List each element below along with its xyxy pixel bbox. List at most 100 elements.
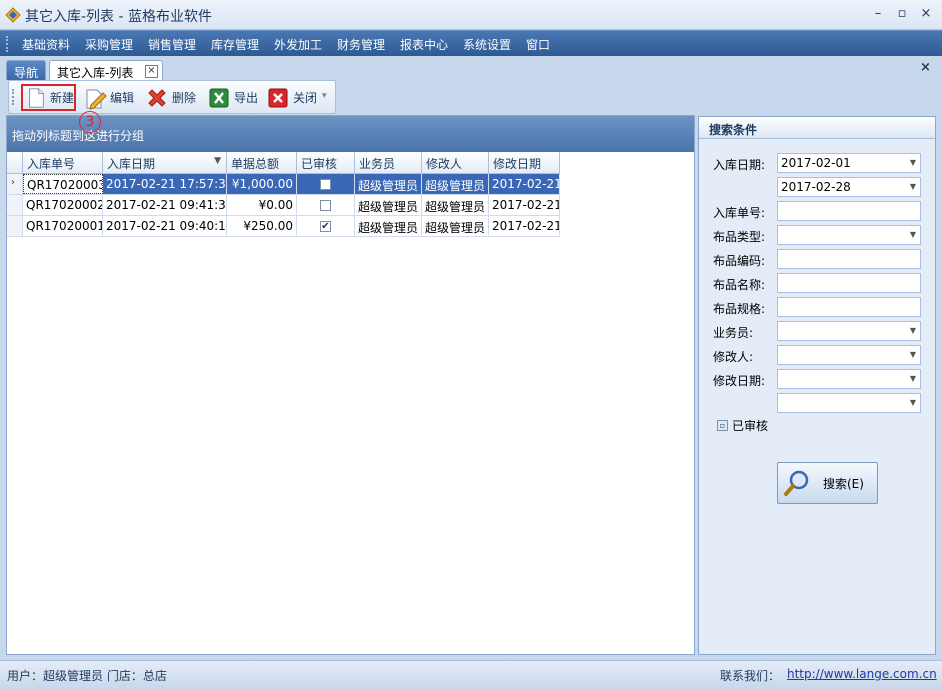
tab-other-inbound-list[interactable]: 其它入库-列表 × [49,60,163,81]
cell-modifier[interactable]: 超级管理员 [422,174,489,194]
search-field-input[interactable]: ▼ [777,225,921,245]
search-field-label: 入库单号: [713,206,766,220]
search-button[interactable]: 搜索(E) [777,462,878,504]
search-field-input[interactable] [777,273,921,293]
search-field-input[interactable] [777,249,921,269]
search-field-row: 修改人: ▼ [699,345,935,365]
col-header-date[interactable]: 入库日期 ▼ [103,152,227,174]
col-header-mod-date-label: 修改日期 [493,157,542,171]
search-field-input[interactable]: ▼ [777,369,921,389]
search-field-input[interactable] [777,201,921,221]
cell-date[interactable]: 2017-02-21 17:57:34 [103,174,227,194]
status-bar: 用户：超级管理员 门店：总店 联系我们： http://www.lange.co… [0,660,942,689]
search-field-label: 布品类型: [713,230,766,244]
close-button[interactable]: 关闭 [266,84,317,111]
cell-no[interactable]: QR17020002 [23,195,103,215]
export-button[interactable]: 导出 [207,84,258,111]
search-field-input[interactable]: 2017-02-28 ▼ [777,177,921,197]
audited-filter-checkbox[interactable]: ▫ [717,420,728,431]
toolbar: 新建 编辑 删除 导出 关闭 ▾ [8,80,336,114]
search-field-input[interactable]: 2017-02-01 ▼ [777,153,921,173]
search-field-label: 业务员: [713,326,754,340]
cell-mod-date[interactable]: 2017-02-21 [489,174,560,194]
cell-amount[interactable]: ¥0.00 [227,195,297,215]
tab-navigation-label: 导航 [14,66,39,80]
panel-close-icon[interactable]: × [920,60,931,75]
cell-salesman[interactable]: 超级管理员 [355,174,422,194]
delete-button[interactable]: 删除 [145,84,196,111]
cell-date[interactable]: 2017-02-21 09:40:17 [103,216,227,236]
cell-date[interactable]: 2017-02-21 09:41:39 [103,195,227,215]
cell-no[interactable]: QR17020001 [23,216,103,236]
minimize-button[interactable]: – [868,5,888,23]
menu-inventory[interactable]: 库存管理 [211,36,259,53]
toolbar-overflow-chevron-icon[interactable]: ▾ [322,91,327,101]
cell-amount[interactable]: ¥1,000.00 [227,174,297,194]
col-header-modifier[interactable]: 修改人 [422,152,489,174]
dropdown-arrow-icon[interactable]: ▼ [910,230,916,239]
audited-filter-label: 已审核 [732,419,769,433]
menu-outsourcing[interactable]: 外发加工 [274,36,322,53]
search-field-input[interactable] [777,297,921,317]
search-field-label: 入库日期: [713,158,766,172]
search-field-row: ▼ [699,393,935,413]
menu-reports[interactable]: 报表中心 [400,36,448,53]
close-red-icon [268,88,288,107]
group-by-area[interactable]: 拖动列标题到这进行分组 [7,116,694,152]
cell-modifier[interactable]: 超级管理员 [422,216,489,236]
cell-no[interactable]: QR17020003 [23,174,103,194]
audited-checkbox[interactable] [320,199,331,211]
search-field-input[interactable]: ▼ [777,345,921,365]
tab-navigation[interactable]: 导航 [6,60,46,81]
dropdown-arrow-icon[interactable]: ▼ [910,350,916,359]
table-row[interactable]: › QR17020003 2017-02-21 17:57:34 ¥1,000.… [7,174,560,195]
restore-button[interactable]: ▫ [892,5,912,23]
menu-sales[interactable]: 销售管理 [148,36,196,53]
table-row[interactable]: QR17020001 2017-02-21 09:40:17 ¥250.00 ✔… [7,216,560,237]
delete-x-icon [148,88,166,107]
new-button[interactable]: 新建 [21,84,76,111]
cell-modifier[interactable]: 超级管理员 [422,195,489,215]
search-field-input[interactable]: ▼ [777,321,921,341]
cell-salesman[interactable]: 超级管理员 [355,195,422,215]
cell-salesman[interactable]: 超级管理员 [355,216,422,236]
dropdown-arrow-icon[interactable]: ▼ [910,398,916,407]
export-button-label: 导出 [234,91,259,105]
cell-amount[interactable]: ¥250.00 [227,216,297,236]
row-indicator [7,195,23,215]
col-header-audited[interactable]: 已审核 [297,152,355,174]
menu-purchase[interactable]: 采购管理 [85,36,133,53]
col-header-amount[interactable]: 单据总额 [227,152,297,174]
search-field-input[interactable]: ▼ [777,393,921,413]
tab-close-icon[interactable]: × [145,65,158,78]
search-field-label: 修改日期: [713,374,766,388]
menu-settings[interactable]: 系统设置 [463,36,511,53]
edit-button[interactable]: 编辑 [83,84,134,111]
cell-audited[interactable]: ✔ [297,216,355,236]
menu-window[interactable]: 窗口 [526,36,550,53]
cell-audited[interactable] [297,195,355,215]
dropdown-arrow-icon[interactable]: ▼ [910,182,916,191]
dropdown-arrow-icon[interactable]: ▼ [910,374,916,383]
dropdown-arrow-icon[interactable]: ▼ [910,158,916,167]
col-header-salesman-label: 业务员 [359,157,396,171]
audited-filter[interactable]: ▫ 已审核 [717,417,768,434]
search-field-row: 业务员: ▼ [699,321,935,341]
audited-checkbox[interactable]: ✔ [320,220,331,232]
cell-mod-date[interactable]: 2017-02-21 [489,216,560,236]
website-link[interactable]: http://www.lange.com.cn [787,667,937,681]
menu-basic-data[interactable]: 基础资料 [22,36,70,53]
cell-mod-date[interactable]: 2017-02-21 [489,195,560,215]
row-indicator-icon: › [7,174,23,194]
col-header-mod-date[interactable]: 修改日期 [489,152,560,174]
audited-checkbox[interactable] [320,178,331,190]
dropdown-arrow-icon[interactable]: ▼ [910,326,916,335]
close-window-button[interactable]: × [916,5,936,23]
menu-finance[interactable]: 财务管理 [337,36,385,53]
table-row[interactable]: QR17020002 2017-02-21 09:41:39 ¥0.00 超级管… [7,195,560,216]
col-header-no[interactable]: 入库单号 [23,152,103,174]
new-button-label: 新建 [49,91,74,105]
search-field-label: 布品编码: [713,254,766,268]
col-header-salesman[interactable]: 业务员 [355,152,422,174]
cell-audited[interactable] [297,174,355,194]
